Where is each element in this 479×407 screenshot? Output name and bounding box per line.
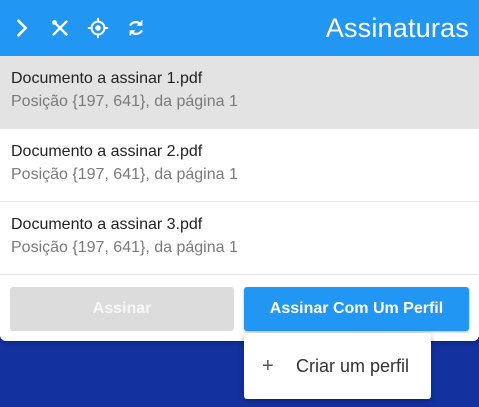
document-position: Posição {197, 641}, da página 1 (11, 239, 238, 256)
page-title: Assinaturas (325, 12, 469, 43)
sign-with-profile-button[interactable]: Assinar Com Um Perfil (244, 287, 469, 331)
document-name: Documento a assinar 2.pdf (11, 143, 203, 160)
document-name: Documento a assinar 3.pdf (11, 216, 203, 233)
plus-icon: + (262, 354, 274, 377)
gps-target-icon[interactable] (84, 14, 112, 42)
document-item[interactable]: Documento a assinar 3.pdf Posição {197, … (0, 202, 479, 275)
document-item[interactable]: Documento a assinar 1.pdf Posição {197, … (0, 56, 479, 129)
chevron-right-icon[interactable] (8, 14, 36, 42)
document-position: Posição {197, 641}, da página 1 (11, 93, 238, 110)
signatures-panel: Assinaturas Documento a assinar 1.pdf Po… (0, 0, 479, 341)
crossed-tools-icon[interactable] (46, 14, 74, 42)
refresh-icon[interactable] (122, 14, 150, 42)
toolbar: Assinaturas (0, 0, 479, 56)
document-position: Posição {197, 641}, da página 1 (11, 166, 238, 183)
document-item[interactable]: Documento a assinar 2.pdf Posição {197, … (0, 129, 479, 202)
document-list: Documento a assinar 1.pdf Posição {197, … (0, 56, 479, 275)
action-bar: Assinar Assinar Com Um Perfil (0, 285, 479, 333)
create-profile-label: Criar um perfil (296, 355, 410, 376)
document-name: Documento a assinar 1.pdf (11, 70, 203, 87)
sign-button[interactable]: Assinar (10, 287, 234, 331)
create-profile-menu-item[interactable]: + Criar um perfil (244, 333, 431, 399)
